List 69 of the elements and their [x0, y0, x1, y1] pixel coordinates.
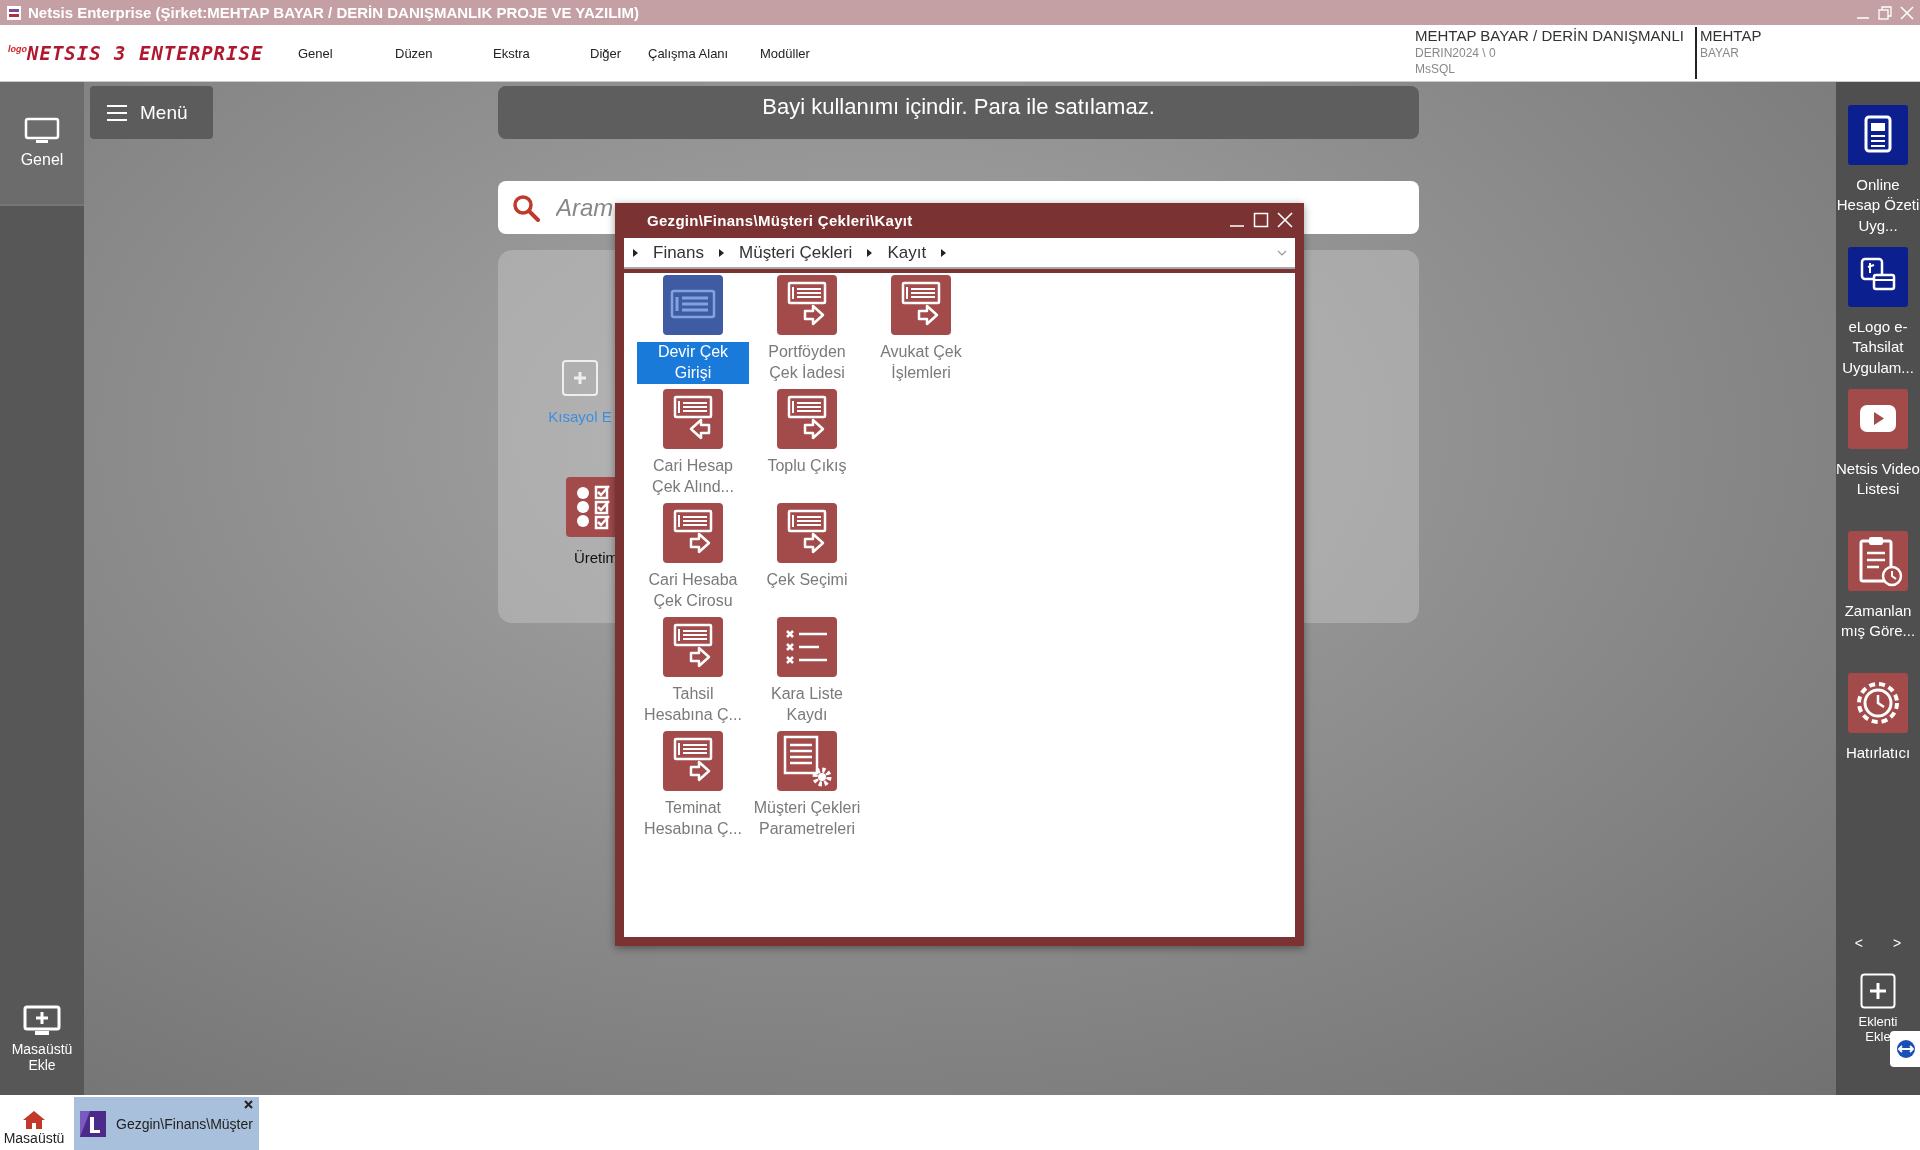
logo: NETSIS 3 ENTERPRISE [27, 42, 264, 64]
app-icon [6, 4, 22, 21]
app-logo-icon [80, 1110, 106, 1137]
search-icon [512, 193, 540, 222]
dropdown-icon[interactable] [1277, 248, 1287, 257]
scroll-button[interactable]: < [1854, 935, 1863, 952]
program-shortcut[interactable]: Toplu Çıkış [750, 389, 864, 503]
logo-prefix: logo [8, 44, 27, 54]
document-gear-icon [777, 731, 837, 791]
program-shortcut[interactable]: Cari Hesap Çek Alınd... [636, 389, 750, 503]
monitor-icon [24, 117, 60, 145]
program-shortcut[interactable]: Portföyden Çek İadesi [750, 275, 864, 389]
program-shortcut[interactable]: Müşteri Çekleri Parametreleri [750, 731, 864, 845]
window-title: Netsis Enterprise (Şirket:MEHTAP BAYAR / DERİN DANIŞMANLIK PROJE VE YAZILIM) [28, 4, 640, 21]
program-shortcut[interactable]: Tahsil Hesabına Ç... [636, 617, 750, 731]
program-shortcut[interactable]: Avukat Çek İşlemleri [864, 275, 978, 389]
scroll-button[interactable]: > [1893, 935, 1902, 952]
program-shortcut[interactable]: Devir Çek Girişi [636, 275, 750, 389]
breadcrumb-item[interactable]: Finans [653, 242, 705, 263]
x-list-icon [777, 617, 837, 677]
card-arrow-right-icon [663, 731, 723, 791]
menu-item[interactable]: Düzen [395, 41, 493, 65]
card-arrow-right-icon [777, 503, 837, 563]
add-plugin-button[interactable]: Eklenti Ekle [1848, 973, 1908, 1045]
sidebar-app[interactable]: Online Hesap Özeti Uyg... [1836, 105, 1920, 247]
sidebar-app[interactable]: Netsis Video Listesi [1836, 389, 1920, 531]
window-title: Gezgin\Finans\Müşteri Çekleri\Kayıt [647, 211, 914, 229]
home-icon [22, 1110, 46, 1130]
card-icon [663, 275, 723, 335]
maximize-icon[interactable] [1253, 212, 1269, 228]
database-name: DERIN2024 \ 0 [1415, 46, 1497, 60]
monitor-plus-icon [23, 1004, 61, 1037]
card-arrow-right-icon [777, 389, 837, 449]
add-shortcut-icon [562, 360, 598, 396]
caret-icon[interactable] [940, 247, 948, 258]
company-name: MEHTAP BAYAR / DERİN DANIŞMANLI [1415, 27, 1685, 44]
menu-item[interactable]: Diğer [590, 41, 648, 65]
program-shortcut[interactable]: Cari Hesaba Çek Cirosu [636, 503, 750, 617]
caret-icon[interactable] [866, 247, 874, 258]
menu-item[interactable]: Modüller [760, 41, 810, 65]
sidebar-label: Genel [20, 151, 64, 169]
sidebar-app[interactable]: Hatırlatıcı [1836, 673, 1920, 815]
task-tab[interactable]: Gezgin\Finans\Müşter [74, 1097, 259, 1150]
program-shortcut[interactable]: Teminat Hesabına Ç... [636, 731, 750, 845]
menu-item[interactable]: Genel [298, 41, 395, 65]
server-type: MsSQL [1415, 62, 1456, 76]
caret-icon[interactable] [632, 247, 639, 258]
menu-item[interactable]: Ekstra [493, 41, 590, 65]
notice-banner: Bayi kullanımı içindir. Para ile satılamaz. [498, 86, 1419, 139]
breadcrumb-item[interactable]: Kayıt [887, 242, 927, 263]
menu-item[interactable]: Çalışma Alanı [648, 41, 760, 65]
caret-icon[interactable] [718, 247, 726, 258]
sidebar-app[interactable]: Zamanlan mış Göre... [1836, 531, 1920, 673]
program-shortcut[interactable]: Çek Seçimi [750, 503, 864, 617]
remote-support-icon[interactable] [1890, 1031, 1920, 1067]
menu-icon [106, 103, 128, 122]
close-icon[interactable] [244, 1100, 253, 1109]
user-last-name: BAYAR [1700, 46, 1740, 60]
card-arrow-right-icon [663, 503, 723, 563]
sidebar-item[interactable]: Genel [0, 82, 84, 206]
card-arrow-right-icon [663, 617, 723, 677]
sidebar-app[interactable]: eLogo e-Tahsilat Uygulam... [1836, 247, 1920, 389]
menu-button[interactable]: Menü [90, 86, 213, 139]
card-arrow-left-icon [663, 389, 723, 449]
breadcrumb-item[interactable]: Müşteri Çekleri [739, 242, 853, 263]
program-shortcut[interactable]: Kara Liste Kaydı [750, 617, 864, 731]
plus-icon [1860, 973, 1896, 1010]
user-first-name: MEHTAP [1700, 27, 1763, 44]
add-desktop-button[interactable]: Masaüstü Ekle [0, 1004, 84, 1073]
